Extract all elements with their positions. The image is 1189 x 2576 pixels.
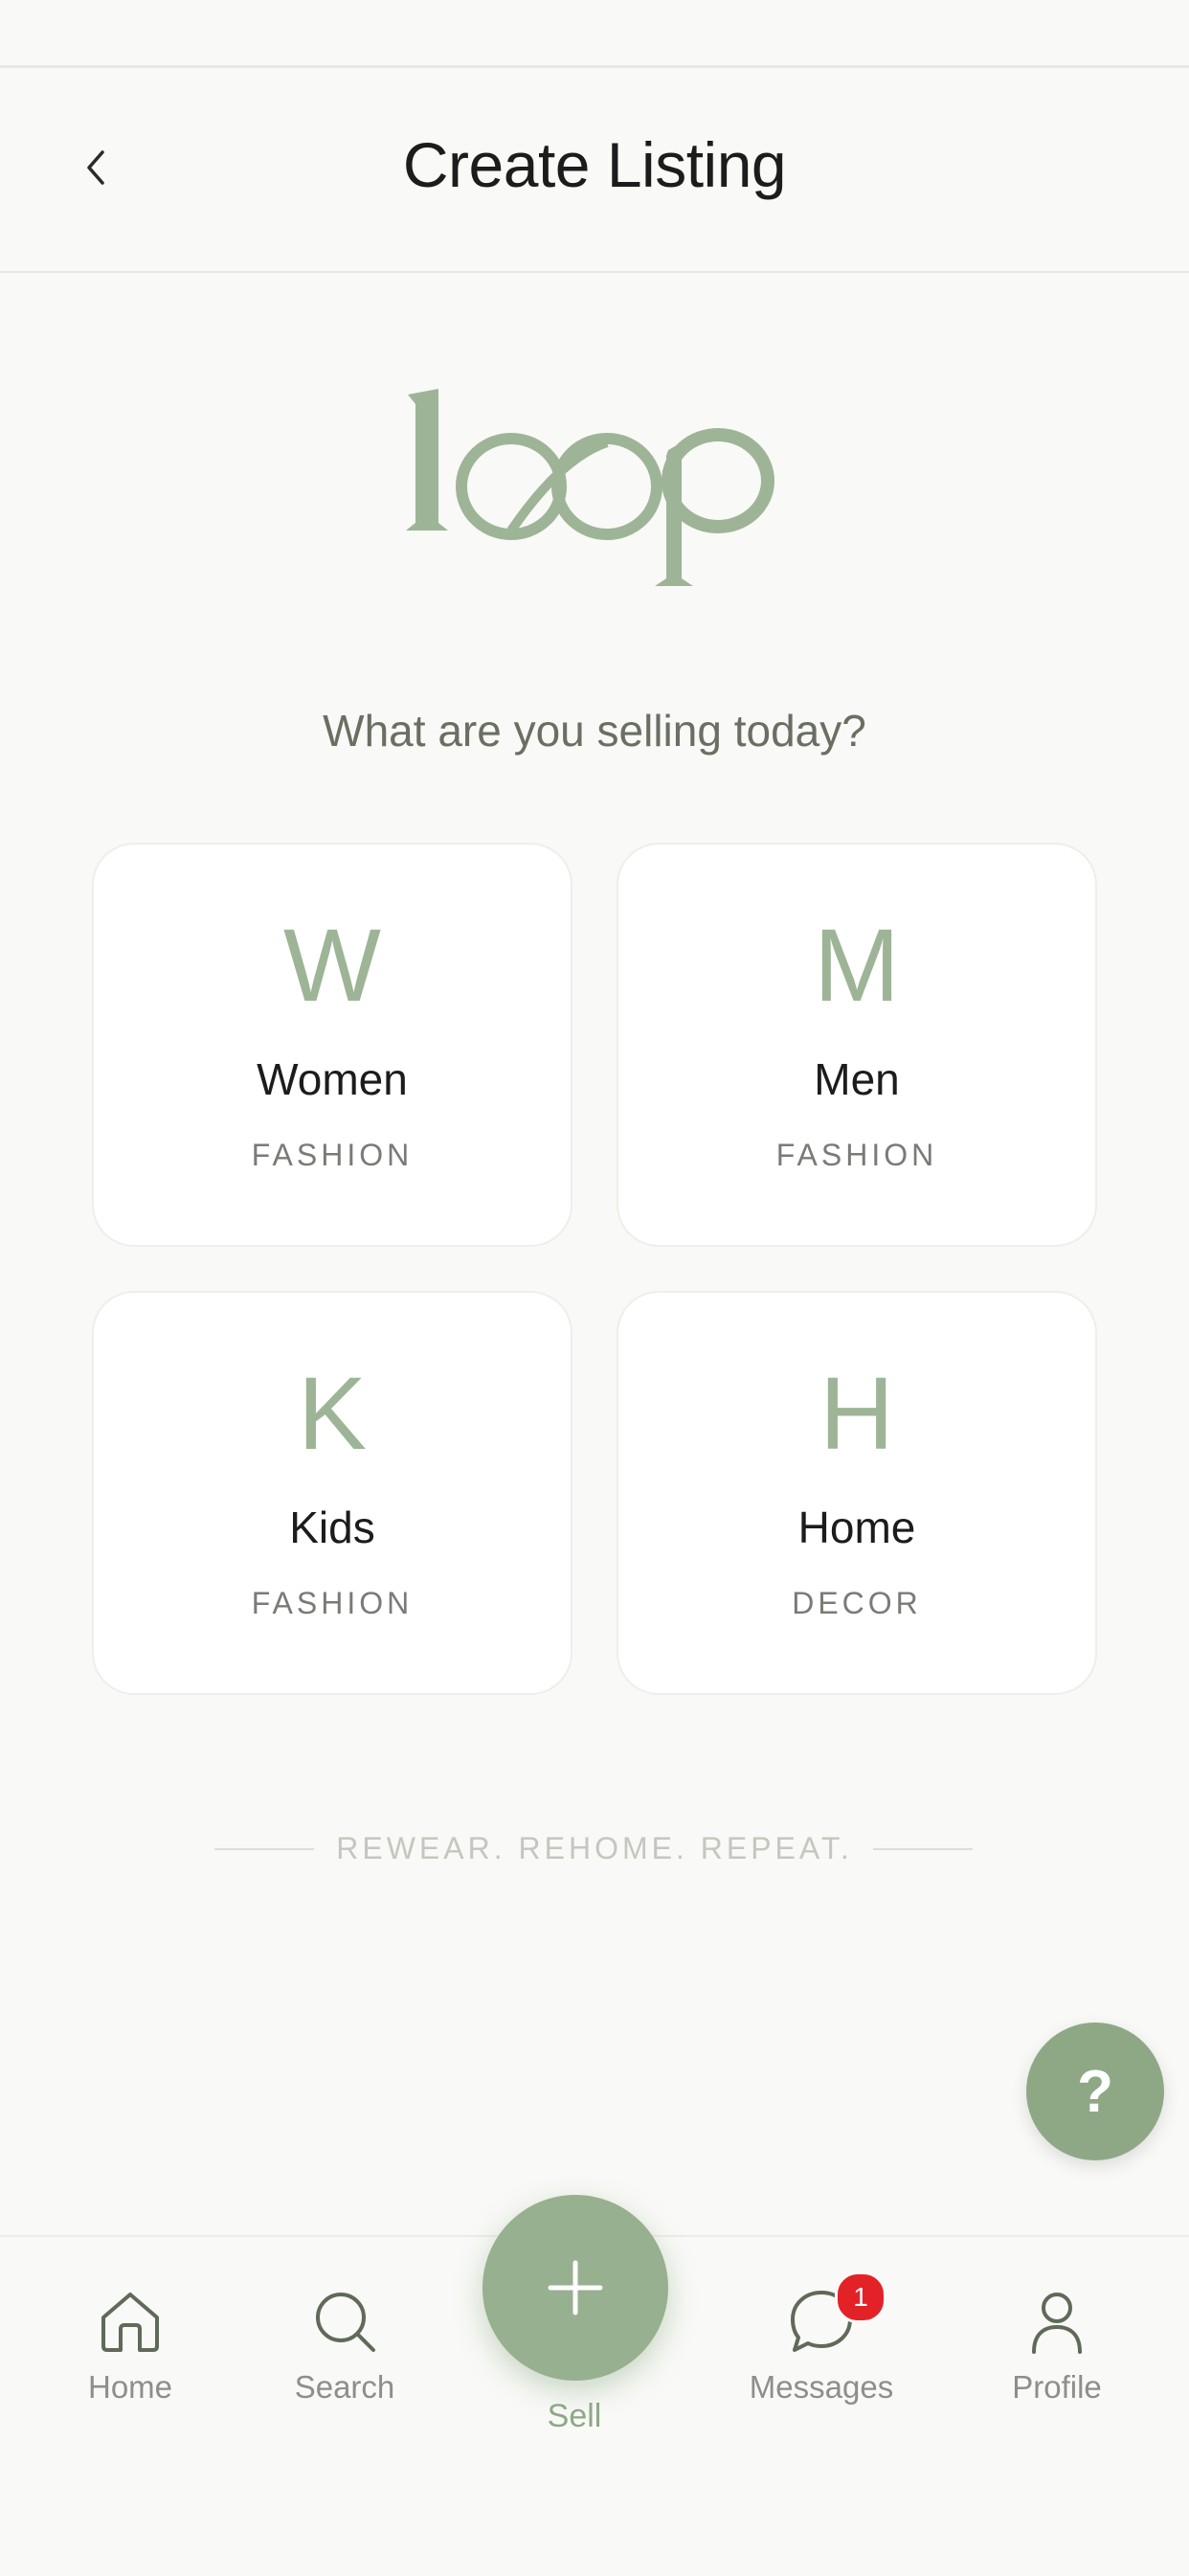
tagline: REWEAR. REHOME. REPEAT. <box>336 1831 853 1865</box>
selling-prompt: What are you selling today? <box>323 706 866 756</box>
category-name: Home <box>797 1503 916 1552</box>
tab-home[interactable]: Home <box>34 2287 226 2406</box>
loop-logo <box>406 389 774 586</box>
category-subtitle: FASHION <box>775 1138 938 1172</box>
category-card-kids[interactable]: K Kids FASHION <box>92 1291 572 1695</box>
tab-search[interactable]: Search <box>249 2287 440 2406</box>
category-card-home[interactable]: H Home DECOR <box>617 1291 1097 1695</box>
category-card-women[interactable]: W Women FASHION <box>92 843 572 1247</box>
tab-label: Search <box>294 2369 395 2405</box>
page-title: Create Listing <box>402 129 787 200</box>
sell-label: Sell <box>547 2398 602 2434</box>
messages-badge: 1 <box>835 2271 886 2323</box>
category-initial: K <box>297 1355 368 1471</box>
tab-label: Profile <box>1012 2369 1102 2405</box>
help-button[interactable]: ? <box>1026 2022 1164 2160</box>
tab-profile[interactable]: Profile <box>961 2287 1153 2406</box>
category-card-men[interactable]: M Men FASHION <box>617 843 1097 1247</box>
tab-label: Home <box>87 2369 173 2405</box>
user-icon <box>1032 2293 1082 2354</box>
sell-button[interactable] <box>482 2195 668 2381</box>
tab-label: Messages <box>749 2369 894 2405</box>
category-name: Kids <box>289 1503 375 1552</box>
category-name: Men <box>814 1054 900 1104</box>
category-name: Women <box>257 1054 408 1104</box>
category-subtitle: FASHION <box>251 1586 414 1620</box>
search-icon <box>316 2293 375 2352</box>
tagline-divider-right <box>873 1848 973 1850</box>
home-icon <box>101 2293 159 2352</box>
plus-icon <box>548 2260 603 2316</box>
category-subtitle: FASHION <box>251 1138 414 1172</box>
category-initial: W <box>283 907 381 1023</box>
category-initial: H <box>819 1355 894 1471</box>
status-bar <box>0 0 1189 68</box>
tab-messages[interactable]: Messages <box>726 2287 917 2406</box>
category-subtitle: DECOR <box>792 1586 922 1620</box>
category-initial: M <box>814 907 900 1023</box>
